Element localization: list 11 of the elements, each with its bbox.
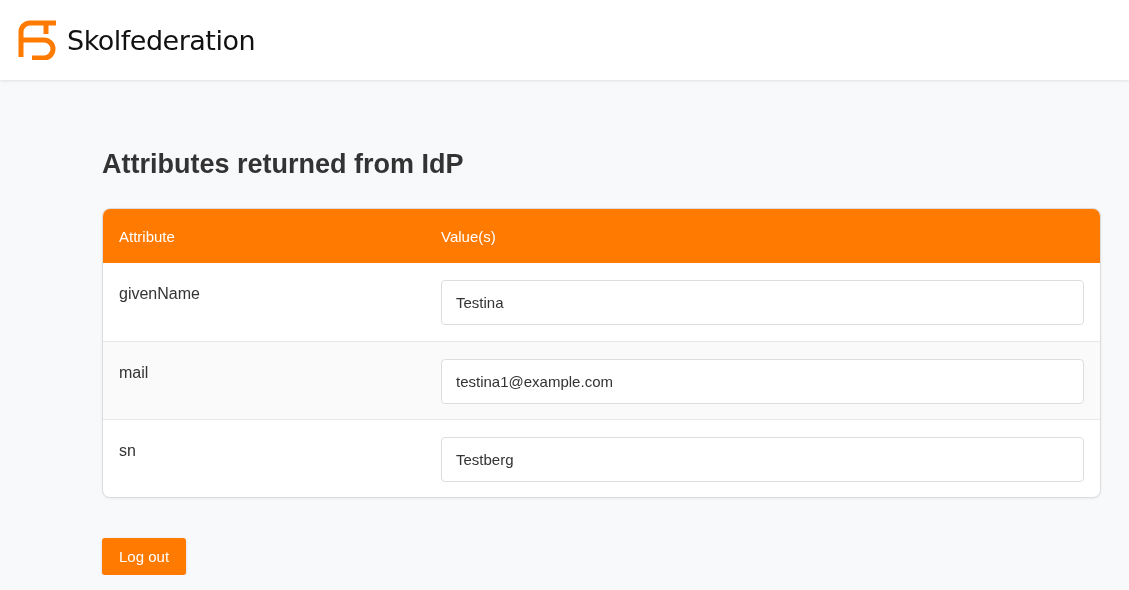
attribute-name: sn [119, 442, 136, 459]
attribute-name: givenName [119, 285, 200, 302]
column-header: Value(s) [441, 227, 497, 245]
value-field[interactable]: Testina [441, 280, 1084, 325]
attribute-name: mail [119, 364, 149, 381]
brand-name: Skolfederation [67, 24, 256, 56]
page-heading: Attributes returned from IdP [102, 148, 465, 180]
logo-icon [18, 20, 58, 60]
value-field[interactable]: Testberg [441, 437, 1084, 482]
column-header: Attribute [118, 227, 176, 245]
value-field[interactable]: testina1@example.com [441, 359, 1084, 404]
